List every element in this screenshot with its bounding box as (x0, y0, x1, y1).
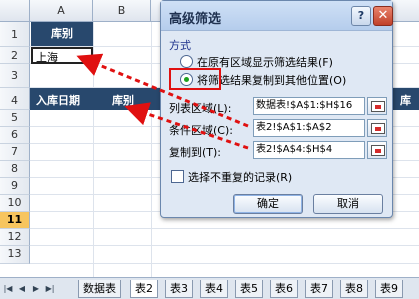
gridline-col (151, 22, 152, 277)
row-header-9[interactable]: 9 (0, 178, 30, 195)
cell-d4: 入库日期 (36, 94, 80, 107)
criteria-range-label: 条件区域(C): (169, 124, 233, 137)
annotation-highlight-box (169, 68, 221, 90)
unique-records-label[interactable]: 选择不重复的记录(R) (188, 169, 292, 185)
ok-button[interactable]: 确定 (233, 194, 303, 214)
copy-to-picker-icon[interactable] (367, 141, 387, 159)
criteria-range-picker-icon[interactable] (367, 119, 387, 137)
sheet-tab-3[interactable]: 表3 (165, 280, 193, 298)
row-header-5[interactable]: 5 (0, 110, 30, 127)
help-button[interactable]: ? (351, 6, 371, 26)
dialog-title: 高级筛选 (169, 12, 222, 27)
row-header-7[interactable]: 7 (0, 144, 30, 161)
row-header-8[interactable]: 8 (0, 161, 30, 178)
list-range-picker-icon[interactable] (367, 97, 387, 115)
last-sheet-icon[interactable]: ▶| (44, 282, 56, 295)
gridline (30, 245, 419, 246)
cell-f4: 库 (400, 94, 411, 107)
column-header-b[interactable]: B (93, 0, 151, 22)
prev-sheet-icon[interactable]: ◀ (16, 282, 28, 295)
cancel-button[interactable]: 取消 (313, 194, 383, 214)
sheet-tab-6[interactable]: 表6 (270, 280, 298, 298)
row-header-10[interactable]: 10 (0, 195, 30, 212)
first-sheet-icon[interactable]: |◀ (2, 282, 14, 295)
gridline (30, 228, 419, 229)
row-header-12[interactable]: 12 (0, 229, 30, 246)
copy-to-input[interactable]: 表2!$A$4:$H$4 (253, 141, 365, 159)
gridline (30, 263, 419, 264)
list-range-input[interactable]: 数据表!$A$1:$H$16 (253, 97, 365, 115)
next-sheet-icon[interactable]: ▶ (30, 282, 42, 295)
method-group-label: 方式 (169, 39, 191, 52)
cell-a1-header[interactable]: 库别 (31, 22, 93, 46)
sheet-tab-8[interactable]: 表8 (340, 280, 368, 298)
radio-filter-in-place[interactable] (180, 55, 193, 68)
sheet-tab-5[interactable]: 表5 (235, 280, 263, 298)
close-button[interactable]: ✕ (373, 6, 393, 26)
list-range-label: 列表区域(L): (169, 102, 232, 115)
cell-a2-active[interactable]: 上海 (31, 47, 93, 64)
sheet-tab-9[interactable]: 表9 (375, 280, 403, 298)
row-header-11[interactable]: 11 (0, 212, 30, 229)
select-all-corner[interactable] (0, 0, 30, 22)
criteria-range-input[interactable]: 表2!$A$1:$A$2 (253, 119, 365, 137)
dialog-title-bar[interactable]: 高级筛选 ? ✕ (161, 1, 393, 31)
unique-records-checkbox[interactable] (171, 170, 184, 183)
sheet-tab-2[interactable]: 表2 (130, 280, 158, 298)
sheet-tab-data[interactable]: 数据表 (78, 280, 121, 298)
row-header-3[interactable]: 3 (0, 64, 30, 88)
row-header-13[interactable]: 13 (0, 246, 30, 264)
row-header-1[interactable]: 1 (0, 22, 30, 47)
sheet-tab-4[interactable]: 表4 (200, 280, 228, 298)
row-header-6[interactable]: 6 (0, 127, 30, 144)
gridline-col (93, 22, 94, 277)
row-header-2[interactable]: 2 (0, 47, 30, 64)
cell-e4: 库别 (112, 94, 134, 107)
column-header-a[interactable]: A (30, 0, 93, 22)
row-header-4[interactable]: 4 (0, 88, 30, 110)
copy-to-label: 复制到(T): (169, 146, 222, 159)
sheet-tab-bar: |◀ ◀ ▶ ▶| 数据表 表2 表3 表4 表5 表6 表7 表8 表9 (0, 277, 419, 299)
advanced-filter-dialog: 高级筛选 ? ✕ 方式 在原有区域显示筛选结果(F) 将筛选结果复制到其他位置(… (160, 0, 393, 218)
sheet-tab-7[interactable]: 表7 (305, 280, 333, 298)
